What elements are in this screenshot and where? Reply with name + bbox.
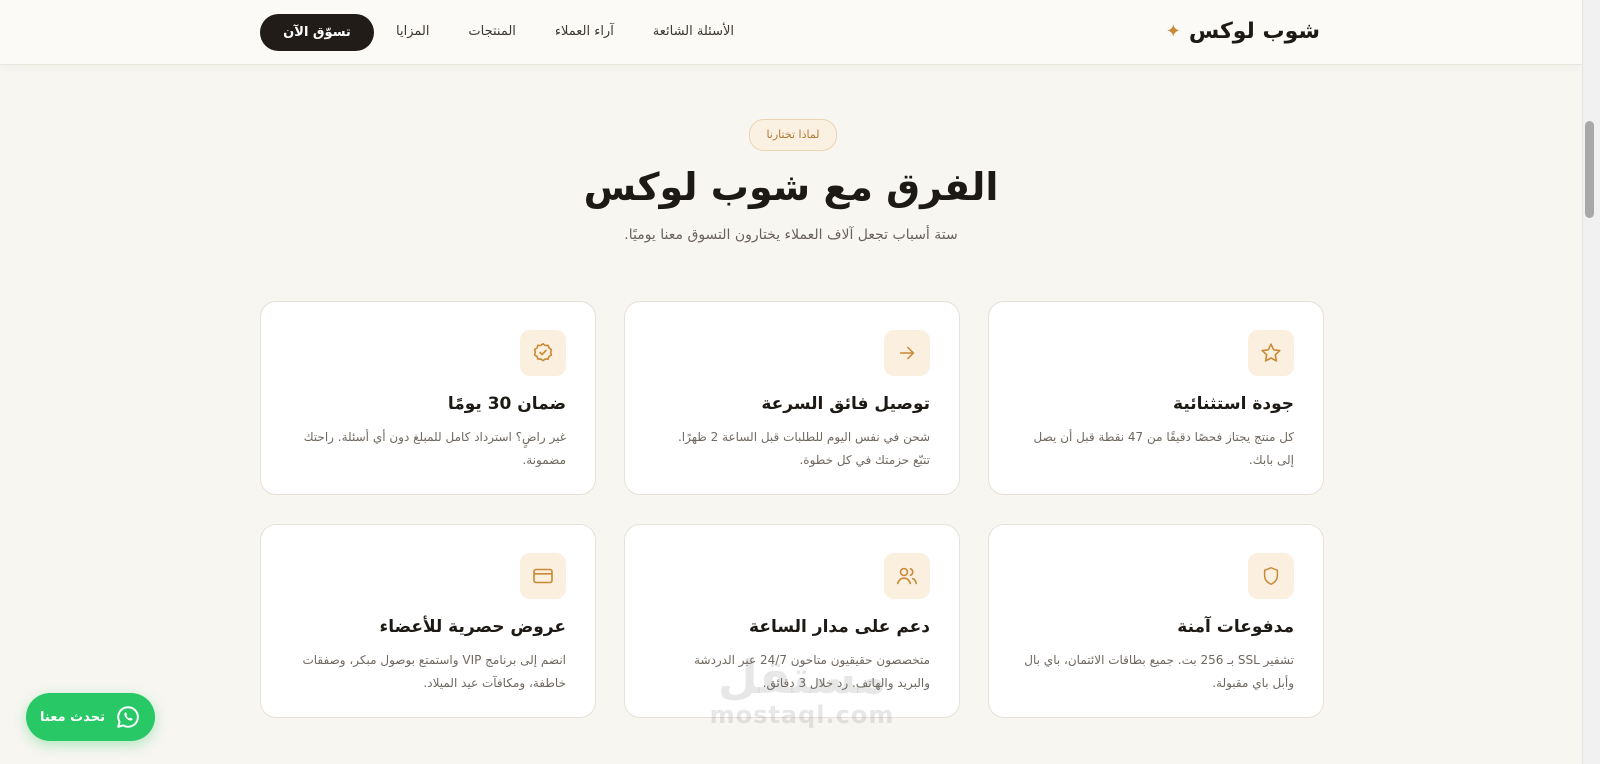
section-title: الفرق مع شوب لوكس [583,165,999,209]
feature-title: دعم على مدار الساعة [749,617,930,637]
feature-title: ضمان 30 يومًا [447,394,566,414]
feature-title: جودة استثنائية [1173,394,1294,414]
whatsapp-label: تحدث معنا [40,709,105,725]
feature-title: توصيل فائق السرعة [761,394,930,414]
feature-description: تشفير SSL بـ 256 بت. جميع بطاقات الائتما… [1024,653,1294,690]
navbar: شوب لوكس ✦ المزايا المنتجات آراء العملاء… [0,0,1582,65]
nav-link-testimonials[interactable]: آراء العملاء [555,20,614,44]
arrow-right-icon [884,330,930,376]
section-badge: لماذا تختارنا [749,119,837,151]
whatsapp-icon [115,704,141,730]
shield-icon [1248,553,1294,599]
feature-card-delivery: توصيل فائق السرعة شحن في نفس اليوم للطلب… [624,301,960,495]
scrollbar-thumb[interactable] [1585,121,1594,218]
nav-link-features[interactable]: المزايا [396,20,429,44]
sparkle-icon: ✦ [1165,21,1181,42]
nav-links: المزايا المنتجات آراء العملاء الأسئلة ال… [396,20,734,44]
scrollbar[interactable] [1582,0,1600,764]
nav-link-faq[interactable]: الأسئلة الشائعة [653,20,734,44]
feature-title: عروض حصرية للأعضاء [379,617,566,637]
feature-description: غير راضٍ؟ استرداد كامل للمبلغ دون أي أسئ… [303,430,566,467]
feature-card-guarantee: ضمان 30 يومًا غير راضٍ؟ استرداد كامل للم… [260,301,596,495]
watermark-logo: مستقل [717,650,887,704]
watermark: مستقل mostaql.com [702,652,902,728]
credit-card-icon [520,553,566,599]
feature-title: مدفوعات آمنة [1177,617,1294,637]
watermark-url: mostaql.com [709,701,895,729]
nav-link-products[interactable]: المنتجات [468,20,516,44]
feature-card-payments: مدفوعات آمنة تشفير SSL بـ 256 بت. جميع ب… [988,524,1324,718]
users-icon [884,553,930,599]
star-icon [1248,330,1294,376]
brand-logo[interactable]: شوب لوكس ✦ [1166,18,1320,46]
brand-name: شوب لوكس [1188,19,1320,44]
feature-description: كل منتج يجتاز فحصًا دقيقًا من 47 نقطة قب… [1033,430,1294,467]
whatsapp-chat-button[interactable]: تحدث معنا [26,693,155,741]
page: شوب لوكس ✦ المزايا المنتجات آراء العملاء… [0,0,1582,764]
feature-card-offers: عروض حصرية للأعضاء انضم إلى برنامج VIP و… [260,524,596,718]
section-subtitle: ستة أسباب تجعل آلاف العملاء يختارون التس… [624,227,958,243]
shop-now-button[interactable]: تسوّق الآن [260,14,374,51]
feature-card-quality: جودة استثنائية كل منتج يجتاز فحصًا دقيقً… [988,301,1324,495]
feature-description: شحن في نفس اليوم للطلبات قبل الساعة 2 ظه… [677,430,930,467]
feature-description: انضم إلى برنامج VIP واستمتع بوصول مبكر، … [302,653,566,690]
badge-check-icon [520,330,566,376]
